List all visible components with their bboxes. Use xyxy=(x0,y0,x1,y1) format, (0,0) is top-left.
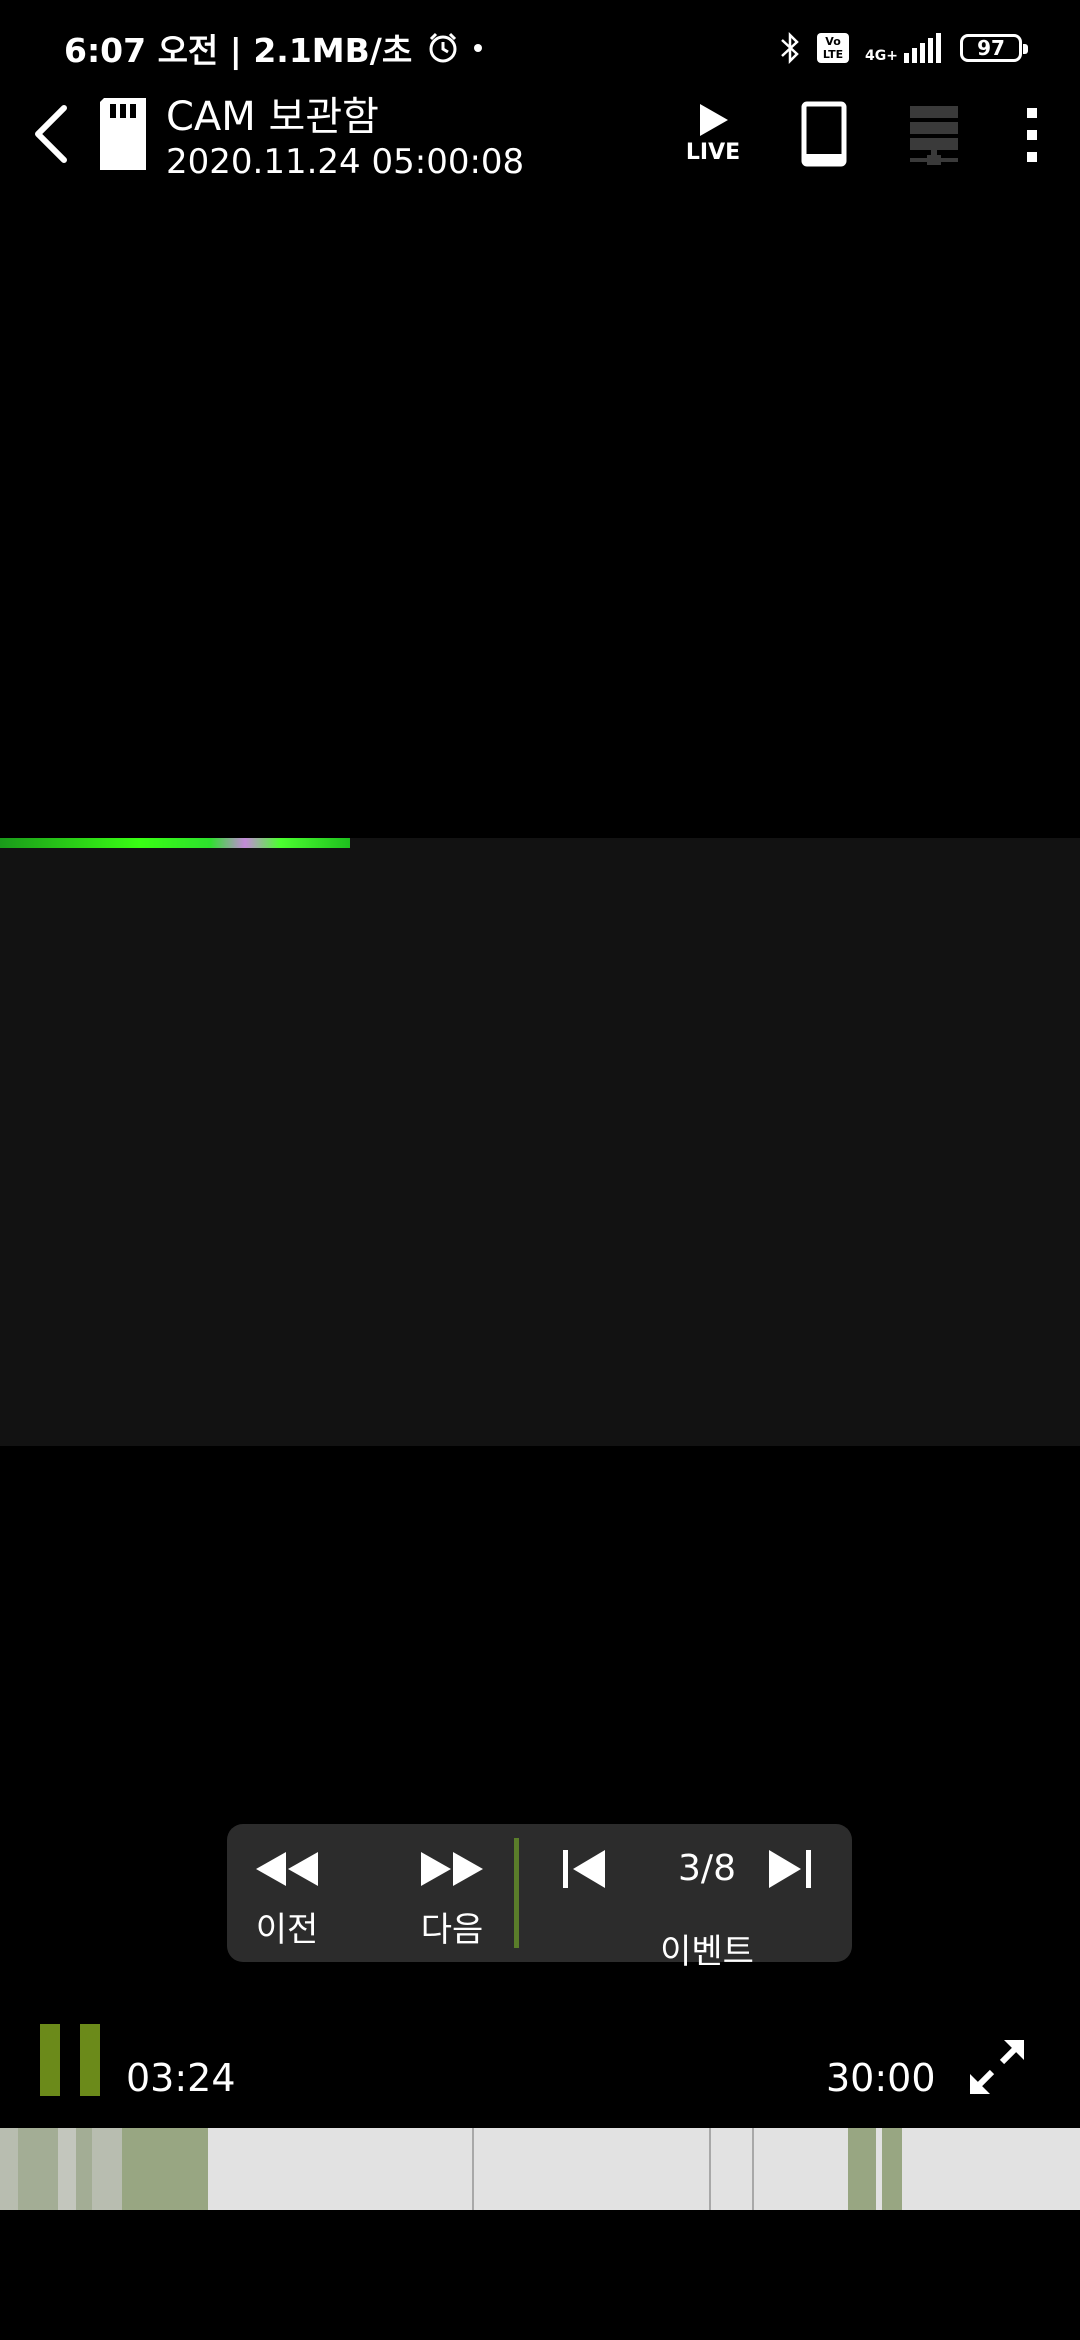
signal-icon xyxy=(904,33,941,63)
event-counter: 3/8 xyxy=(678,1848,736,1889)
next-event-button[interactable] xyxy=(761,1844,817,1894)
current-time: 03:24 xyxy=(126,2056,236,2100)
app-bar: CAM 보관함 2020.11.24 05:00:08 LIVE xyxy=(0,94,1080,200)
timeline-event-segment xyxy=(882,2128,902,2210)
timeline-marker xyxy=(709,2128,711,2210)
total-time: 30:00 xyxy=(826,2056,936,2100)
timeline-segment xyxy=(92,2128,122,2210)
bluetooth-icon xyxy=(781,31,799,65)
rewind-icon xyxy=(256,1852,318,1886)
recording-datetime: 2020.11.24 05:00:08 xyxy=(166,142,525,182)
phone-icon xyxy=(801,101,847,167)
status-bar: 6:07 오전 | 2.1MB/초 Vo LTE 4G+ 97 xyxy=(0,0,1080,96)
battery-icon: 97 xyxy=(960,34,1028,62)
live-play-icon xyxy=(700,104,728,136)
timeline-scrubber[interactable] xyxy=(0,2128,1080,2210)
playback-nav-panel: 이전 다음 3/8 이벤트 xyxy=(227,1824,852,1972)
next-button[interactable]: 다음 xyxy=(397,1824,507,1962)
live-label: LIVE xyxy=(685,140,741,165)
previous-label: 이전 xyxy=(255,1910,319,1950)
previous-button[interactable]: 이전 xyxy=(227,1824,347,1962)
video-frame-artifact xyxy=(0,838,350,848)
signal-group: 4G+ xyxy=(865,33,944,63)
expand-icon xyxy=(969,2039,1025,2095)
pause-button[interactable] xyxy=(38,2024,104,2096)
phone-storage-button[interactable] xyxy=(798,100,850,172)
skip-next-icon xyxy=(769,1850,811,1888)
more-icon xyxy=(1027,108,1037,162)
video-player[interactable] xyxy=(0,838,1080,1446)
battery-level: 97 xyxy=(977,36,1005,60)
status-left: 6:07 오전 | 2.1MB/초 xyxy=(64,24,483,72)
server-button[interactable] xyxy=(906,100,962,172)
alarm-icon xyxy=(429,32,457,63)
more-options-button[interactable] xyxy=(1010,100,1054,172)
page-title: CAM 보관함 xyxy=(166,94,379,140)
skip-previous-icon xyxy=(563,1850,605,1888)
status-right: Vo LTE 4G+ 97 xyxy=(779,28,1028,68)
pause-icon xyxy=(40,2024,60,2096)
timeline-event-segment xyxy=(122,2128,208,2210)
next-label: 다음 xyxy=(420,1910,484,1950)
pause-icon-bar xyxy=(80,2024,100,2096)
sd-card-icon xyxy=(100,98,146,170)
network-type: 4G+ xyxy=(865,48,898,64)
fast-forward-icon xyxy=(421,1852,483,1886)
notification-dot xyxy=(474,44,483,52)
timeline-segment xyxy=(58,2128,76,2210)
status-time: 6:07 오전 | 2.1MB/초 xyxy=(64,31,413,70)
timeline-segment xyxy=(0,2128,18,2210)
timeline-event-segment xyxy=(76,2128,92,2210)
previous-event-button[interactable] xyxy=(557,1844,613,1894)
live-button[interactable]: LIVE xyxy=(680,100,746,172)
timeline-event-segment xyxy=(848,2128,876,2210)
back-icon xyxy=(35,105,67,163)
server-icon xyxy=(910,106,958,165)
back-button[interactable] xyxy=(24,96,84,196)
volte-badge: Vo LTE xyxy=(817,33,850,63)
event-label: 이벤트 xyxy=(660,1932,754,1972)
fullscreen-button[interactable] xyxy=(964,2034,1030,2100)
timeline-event-segment xyxy=(18,2128,58,2210)
timeline-marker xyxy=(752,2128,754,2210)
nav-divider xyxy=(514,1838,519,1948)
timeline-marker xyxy=(472,2128,474,2210)
